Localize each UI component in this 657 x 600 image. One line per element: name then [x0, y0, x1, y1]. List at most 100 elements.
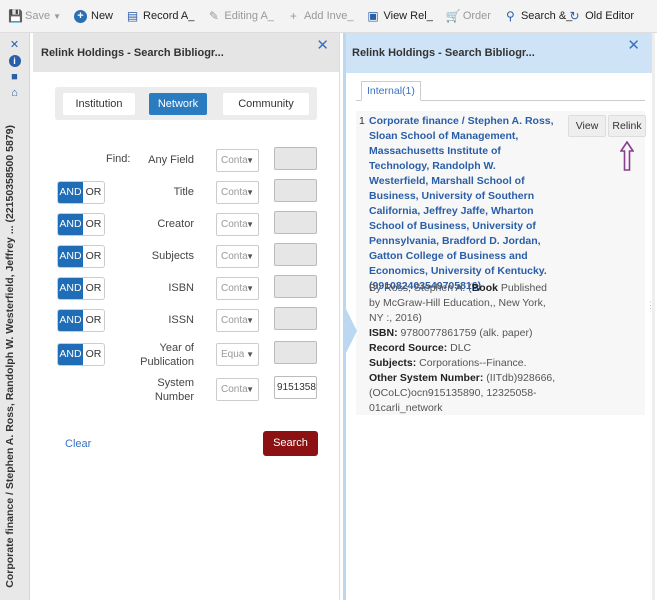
result-source: Record Source: DLC — [369, 342, 472, 354]
and-or-toggle[interactable]: AND OR — [57, 181, 105, 204]
refresh-icon: ↻ — [569, 8, 580, 23]
chevron-down-icon: ▼ — [53, 11, 61, 21]
field-label: ISSN — [168, 314, 194, 326]
view-button[interactable]: View — [568, 115, 606, 137]
search-row: AND OR Creator Conta ▼ — [33, 209, 340, 241]
and-or-toggle[interactable]: AND OR — [57, 213, 105, 236]
scope-institution[interactable]: Institution — [63, 92, 135, 115]
search-button[interactable]: ⚲ Search &_ — [504, 8, 572, 23]
save-icon[interactable]: ■ — [9, 71, 21, 83]
operator-select[interactable]: Conta ▼ — [216, 309, 259, 332]
and-or-toggle[interactable]: AND OR — [57, 277, 105, 300]
home-icon[interactable]: ⌂ — [9, 87, 21, 99]
view-icon: ▣ — [367, 8, 379, 23]
cart-icon: 🛒 — [445, 8, 461, 23]
search-row: AND OR ISSN Conta ▼ — [33, 305, 340, 337]
operator-select[interactable]: Conta ▼ — [216, 181, 259, 204]
top-toolbar: 💾 Save ▼ + New ▤ Record A_ ✎ Editing A_ +… — [0, 0, 657, 33]
plus-circle-icon: + — [74, 9, 87, 23]
results-panel-title: Relink Holdings - Search Bibliogr... — [352, 47, 535, 59]
plus-icon: + — [289, 8, 297, 23]
resize-grip-icon[interactable]: ⋮ — [646, 300, 655, 311]
chevron-down-icon: ▼ — [246, 284, 254, 293]
operator-select[interactable]: Conta ▼ — [216, 213, 259, 236]
result-other-number: Other System Number: (IITdb)928666, (OCo… — [369, 372, 556, 414]
order-button[interactable]: 🛒 Order — [445, 8, 491, 23]
field-label: Any Field — [148, 154, 194, 166]
close-icon[interactable]: ✕ — [627, 36, 640, 54]
pencil-icon: ✎ — [208, 8, 219, 23]
search-value-input[interactable] — [274, 341, 317, 364]
search-panel-title: Relink Holdings - Search Bibliogr... — [41, 46, 224, 59]
field-label: Subjects — [151, 250, 194, 262]
results-tabs: Internal(1) — [356, 81, 645, 101]
add-inventory-button[interactable]: + Add Inve_ — [287, 8, 354, 23]
record-side-strip: ✕ i ■ ⌂ Corporate finance / Stephen A. R… — [0, 33, 30, 600]
result-subjects: Subjects: Corporations--Finance. — [369, 357, 527, 369]
field-label: Title — [173, 186, 194, 198]
search-icon: ⚲ — [506, 8, 515, 23]
close-icon[interactable]: ✕ — [316, 36, 329, 54]
field-label: System Number — [154, 377, 194, 403]
floppy-icon: 💾 — [8, 8, 23, 23]
scrollbar[interactable] — [652, 33, 655, 600]
chevron-down-icon: ▼ — [246, 220, 254, 229]
operator-select[interactable]: Conta ▼ — [216, 277, 259, 300]
results-panel: Relink Holdings - Search Bibliogr... ✕ I… — [343, 33, 652, 600]
field-label: Year of Publication — [140, 342, 194, 368]
chevron-down-icon: ▼ — [246, 385, 254, 394]
scope-community[interactable]: Community — [223, 92, 309, 115]
up-arrow-annotation-icon — [620, 141, 634, 171]
search-value-input[interactable] — [274, 147, 317, 170]
search-row: Find: Any Field Conta ▼ — [33, 145, 340, 177]
search-value-input[interactable] — [274, 179, 317, 202]
chevron-down-icon: ▼ — [246, 188, 254, 197]
and-or-toggle[interactable]: AND OR — [57, 309, 105, 332]
result-title-link[interactable]: Corporate finance / Stephen A. Ross, Slo… — [369, 114, 554, 294]
search-panel-header: Relink Holdings - Search Bibliogr... — [33, 33, 339, 72]
result-record: 1 Corporate finance / Stephen A. Ross, S… — [356, 111, 646, 416]
old-editor-button[interactable]: ↻ Old Editor — [568, 8, 634, 23]
editing-actions-button[interactable]: ✎ Editing A_ — [207, 8, 274, 23]
find-label: Find: — [106, 153, 131, 165]
view-related-button[interactable]: ▣ View Rel_ — [366, 8, 433, 23]
operator-select[interactable]: Equa ▼ — [216, 343, 259, 366]
record-title-vertical: Corporate finance / Stephen A. Ross, Ran… — [4, 125, 16, 588]
search-value-input[interactable] — [274, 211, 317, 234]
save-button[interactable]: 💾 Save ▼ — [8, 8, 61, 23]
info-icon[interactable]: i — [8, 55, 21, 67]
search-row: AND OR ISBN Conta ▼ — [33, 273, 340, 305]
search-row: AND OR Title Conta ▼ — [33, 177, 340, 209]
and-or-toggle[interactable]: AND OR — [57, 343, 105, 366]
field-label: ISBN — [168, 282, 194, 294]
search-value-input[interactable] — [274, 307, 317, 330]
operator-select[interactable]: Conta ▼ — [216, 149, 259, 172]
search-value-input[interactable] — [274, 243, 317, 266]
result-isbn: ISBN: 9780077861759 (alk. paper) — [369, 327, 533, 339]
scope-network[interactable]: Network — [149, 92, 207, 115]
result-details: By Ross, Stephen A. (Book Published by M… — [369, 281, 559, 416]
operator-select[interactable]: Conta ▼ — [216, 378, 259, 401]
chevron-down-icon: ▼ — [246, 156, 254, 165]
search-row: System Number Conta ▼ 9151358 — [33, 374, 340, 406]
panel-pointer — [343, 303, 357, 359]
chevron-down-icon: ▼ — [246, 350, 254, 359]
result-by-line: By Ross, Stephen A. (Book Published by M… — [369, 282, 548, 324]
chevron-down-icon: ▼ — [246, 252, 254, 261]
and-or-toggle[interactable]: AND OR — [57, 245, 105, 268]
field-label: Creator — [157, 218, 194, 230]
clear-link[interactable]: Clear — [65, 438, 91, 450]
search-value-input[interactable] — [274, 275, 317, 298]
system-number-input[interactable]: 9151358 — [274, 376, 317, 399]
search-submit-button[interactable]: Search — [263, 431, 318, 456]
relink-button[interactable]: Relink — [608, 115, 646, 137]
record-icon: ▤ — [126, 8, 139, 23]
scope-selector: Institution Network Community — [55, 87, 317, 120]
operator-select[interactable]: Conta ▼ — [216, 245, 259, 268]
record-actions-button[interactable]: ▤ Record A_ — [126, 8, 195, 23]
search-panel: Relink Holdings - Search Bibliogr... ✕ I… — [33, 33, 340, 600]
tab-internal[interactable]: Internal(1) — [361, 81, 421, 101]
search-row: AND OR Year of Publication Equa ▼ — [33, 339, 340, 371]
new-button[interactable]: + New — [74, 9, 113, 23]
close-icon[interactable]: ✕ — [9, 39, 21, 51]
